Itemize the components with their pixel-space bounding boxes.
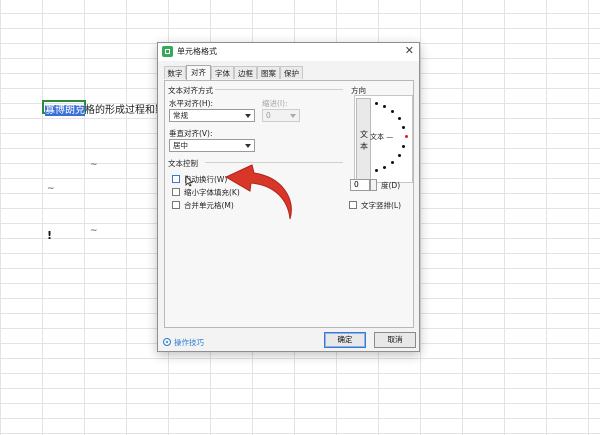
shrink-to-fit-checkbox[interactable] [172, 188, 180, 196]
orientation-dot[interactable] [398, 154, 401, 157]
indent-spinner[interactable]: 0 [262, 109, 300, 122]
degrees-input[interactable]: 0 [350, 179, 370, 191]
orientation-dot[interactable] [391, 110, 394, 113]
vertical-align-label: 垂直对齐(V): [169, 129, 213, 138]
text-alignment-group-label: 文本对齐方式 [168, 86, 213, 95]
tab-alignment[interactable]: 对齐 [186, 65, 211, 80]
dialog-titlebar[interactable]: 单元格格式 ✕ [158, 43, 419, 61]
vertical-align-value: 居中 [173, 141, 188, 150]
degrees-label: 度(D) [381, 181, 401, 190]
indent-value: 0 [266, 111, 271, 120]
orientation-dot[interactable] [402, 126, 405, 129]
orientation-dot[interactable] [375, 169, 378, 172]
cancel-button[interactable]: 取消 [374, 332, 416, 348]
vertical-align-select[interactable]: 居中 [169, 139, 255, 152]
cell-mark: ~ [90, 226, 98, 236]
horizontal-align-label: 水平对齐(H): [169, 99, 214, 108]
indent-label: 缩进(I): [262, 99, 288, 108]
chevron-down-icon [290, 114, 296, 118]
row-marker: ! [47, 229, 53, 242]
rtl-text-label[interactable]: 文字竖排(L) [361, 200, 401, 211]
tab-border[interactable]: 边框 [234, 66, 257, 79]
orientation-dot[interactable] [391, 161, 394, 164]
merge-cells-checkbox[interactable] [172, 201, 180, 209]
orientation-dot[interactable] [375, 102, 378, 105]
degrees-spinner-button[interactable] [370, 179, 377, 191]
cell-text-rest: 格的形成过程和影 [85, 105, 165, 116]
chevron-down-icon [245, 144, 251, 148]
cell-text-selection: 寡博朗克 [45, 105, 85, 116]
mouse-cursor-icon [185, 175, 193, 187]
annotation-arrow-icon [224, 164, 292, 220]
horizontal-align-select[interactable]: 常规 [169, 109, 255, 122]
text-control-group-label: 文本控制 [168, 159, 198, 168]
orientation-dot-selected[interactable] [405, 135, 408, 138]
vertical-text-char: 本 [360, 142, 368, 151]
orientation-box[interactable]: 文 本 文本 — [354, 95, 413, 183]
dialog-title: 单元格格式 [177, 47, 217, 56]
vertical-text-button[interactable]: 文 本 [356, 98, 371, 180]
orientation-dot[interactable] [383, 105, 386, 108]
tab-number[interactable]: 数字 [164, 66, 186, 79]
app-icon [162, 46, 173, 57]
orientation-dot[interactable] [402, 145, 405, 148]
chevron-down-icon [245, 114, 251, 118]
group-divider [215, 89, 343, 90]
tips-link[interactable]: 操作技巧 [174, 337, 204, 348]
wrap-text-checkbox[interactable] [172, 175, 180, 183]
horizontal-align-value: 常规 [173, 111, 188, 120]
degrees-value: 0 [354, 180, 359, 189]
tab-protection[interactable]: 保护 [280, 66, 303, 79]
tab-pattern[interactable]: 图案 [257, 66, 280, 79]
tab-font[interactable]: 字体 [211, 66, 234, 79]
close-icon[interactable]: ✕ [405, 44, 414, 57]
rtl-text-checkbox[interactable] [349, 201, 357, 209]
vertical-text-char: 文 [360, 130, 368, 139]
orientation-dot[interactable] [383, 166, 386, 169]
horizontal-text-sample: 文本 — [370, 133, 394, 141]
cell-mark: ~ [90, 160, 98, 170]
cell-content: 寡博朗克格的形成过程和影 [45, 101, 165, 116]
tips-icon[interactable] [163, 338, 171, 346]
orientation-dot[interactable] [398, 117, 401, 120]
cell-mark: ~ [47, 184, 55, 194]
ok-button[interactable]: 确定 [324, 332, 366, 348]
